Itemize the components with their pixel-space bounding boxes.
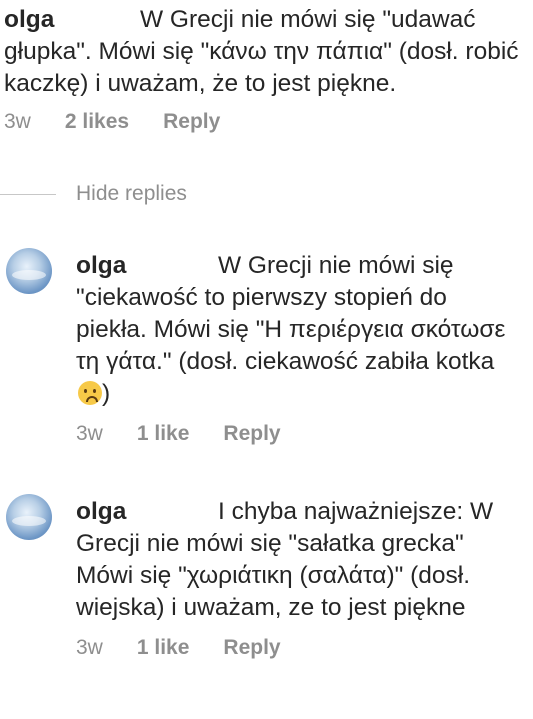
hide-replies-row[interactable]: Hide replies [0, 182, 187, 206]
sad-face-emoji-icon [78, 381, 102, 405]
comment-username[interactable]: olga [76, 498, 126, 525]
comment-3: olga I chyba najważniejsze: W Grecji nie… [0, 496, 533, 660]
comment-meta: 3w 1 like Reply [76, 636, 533, 660]
reply-button[interactable]: Reply [223, 422, 280, 446]
comment-body: W Grecji nie mówi się "udawać głupka". M… [4, 6, 519, 97]
comment-text: olga W Grecji nie mówi się "ciekawość to… [76, 250, 516, 410]
comment-body: I chyba najważniejsze: W Grecji nie mówi… [76, 498, 494, 621]
comment-text: olga W Grecji nie mówi się "udawać głupk… [4, 4, 519, 100]
comment-body-end: ) [102, 380, 111, 407]
comment-username[interactable]: olga [4, 6, 54, 33]
comment-time: 3w [76, 422, 103, 445]
hide-replies-divider [0, 193, 56, 195]
comment-text: olga I chyba najważniejsze: W Grecji nie… [76, 496, 516, 624]
comment-1: olga W Grecji nie mówi się "udawać głupk… [0, 4, 533, 134]
comment-body: W Grecji nie mówi się "ciekawość to pier… [76, 252, 506, 375]
comment-2: olga W Grecji nie mówi się "ciekawość to… [0, 250, 533, 446]
comment-likes[interactable]: 2 likes [65, 110, 129, 134]
comment-time: 3w [76, 636, 103, 659]
reply-button[interactable]: Reply [223, 636, 280, 660]
comment-meta: 3w 1 like Reply [76, 422, 533, 446]
comment-time: 3w [4, 110, 31, 133]
comment-likes[interactable]: 1 like [137, 422, 190, 446]
hide-replies-button[interactable]: Hide replies [76, 182, 187, 206]
comment-likes[interactable]: 1 like [137, 636, 190, 660]
comment-username[interactable]: olga [76, 252, 126, 279]
comment-meta: 3w 2 likes Reply [4, 110, 533, 134]
reply-button[interactable]: Reply [163, 110, 220, 134]
